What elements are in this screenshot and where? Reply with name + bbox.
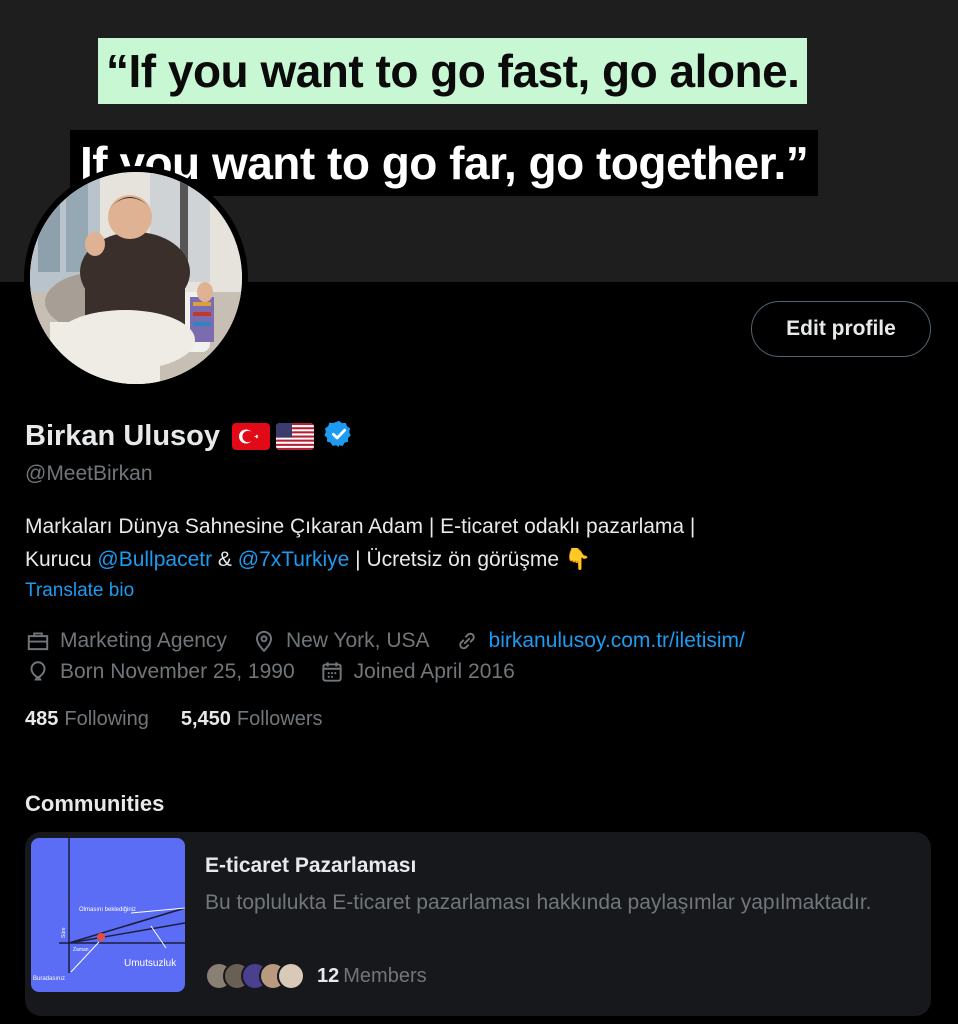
bio-line-2: Kurucu @Bullpacetr & @7xTurkiye | Ücrets… (25, 543, 925, 576)
bio-text: | Ücretsiz ön görüşme (349, 548, 565, 571)
avatar-photo (30, 172, 242, 384)
birthday-item: Born November 25, 1990 (25, 659, 295, 685)
us-flag-icon (276, 422, 314, 450)
profile-name-row: Birkan Ulusoy (25, 416, 354, 456)
briefcase-icon (27, 632, 49, 651)
community-members[interactable]: 12 Members (205, 962, 427, 990)
members-label: Members (343, 964, 427, 987)
verified-badge-icon[interactable] (320, 419, 354, 454)
banner-quote-line-1: “If you want to go fast, go alone. (98, 38, 808, 104)
bio-mention-bullpacetr[interactable]: @Bullpacetr (97, 548, 212, 571)
following-label: Following (64, 708, 149, 730)
profile-avatar[interactable] (24, 166, 248, 390)
calendar-icon (321, 662, 342, 682)
followers-label: Followers (236, 708, 323, 730)
category-text: Marketing Agency (60, 629, 227, 652)
members-number: 12 (317, 964, 340, 987)
born-text: Born November 25, 1990 (60, 660, 295, 683)
edit-profile-button[interactable]: Edit profile (751, 301, 931, 357)
member-avatar (277, 962, 305, 990)
community-image: Olmasını beklediğiniz Umutsuzluk Buradas… (31, 838, 185, 992)
location-pin-icon (255, 630, 272, 653)
website-item[interactable]: birkanulusoy.com.tr/iletisim/ (454, 628, 745, 654)
following-link[interactable]: 485 Following (25, 708, 149, 731)
joined-item: Joined April 2016 (319, 659, 515, 685)
profile-bio: Markaları Dünya Sahnesine Çıkaran Adam |… (25, 510, 925, 576)
graph-label-umutsuzluk: Umutsuzluk (124, 958, 177, 969)
community-card[interactable]: Olmasını beklediğiniz Umutsuzluk Buradas… (25, 832, 931, 1016)
community-description: Bu toplulukta E-ticaret pazarlaması hakk… (205, 891, 872, 914)
profile-meta-row-2: Born November 25, 1990 Joined April 2016 (25, 657, 539, 687)
translate-bio-link[interactable]: Translate bio (25, 580, 134, 602)
graph-label-sure: Süre (61, 927, 67, 938)
graph-label-expected: Olmasını beklediğiniz (79, 907, 136, 913)
bio-text: Kurucu (25, 548, 98, 571)
category-item: Marketing Agency (25, 628, 227, 654)
profile-handle: @MeetBirkan (25, 462, 153, 485)
website-link[interactable]: birkanulusoy.com.tr/iletisim/ (489, 629, 745, 653)
followers-count: 5,450 (180, 708, 231, 730)
community-graph-illustration: Olmasını beklediğiniz Umutsuzluk Buradas… (33, 838, 185, 982)
graph-label-zaman: Zaman (73, 947, 89, 953)
members-count: 12 Members (317, 965, 427, 988)
communities-heading: Communities (25, 791, 165, 816)
community-name[interactable]: E-ticaret Pazarlaması (205, 854, 416, 878)
link-icon (458, 632, 475, 650)
bio-mention-7xturkiye[interactable]: @7xTurkiye (238, 548, 350, 571)
following-count: 485 (25, 708, 59, 730)
turkey-flag-icon (232, 422, 270, 450)
followers-link[interactable]: 5,450 Followers (181, 708, 323, 731)
bio-text: & (212, 548, 238, 571)
balloon-icon (30, 661, 46, 681)
display-name: Birkan Ulusoy (25, 419, 220, 452)
avatar-photo-illustration (30, 172, 242, 384)
bio-line-1: Markaları Dünya Sahnesine Çıkaran Adam |… (25, 515, 696, 538)
joined-text: Joined April 2016 (353, 660, 515, 683)
profile-meta-row-1: Marketing Agency New York, USA birkanulu… (25, 626, 769, 656)
follow-stats: 485 Following 5,450 Followers (25, 708, 355, 731)
pointing-down-emoji: 👇 (564, 548, 592, 571)
location-item: New York, USA (251, 628, 430, 654)
graph-label-buradasiniz: Buradasınız (33, 976, 65, 982)
location-text: New York, USA (285, 629, 430, 652)
